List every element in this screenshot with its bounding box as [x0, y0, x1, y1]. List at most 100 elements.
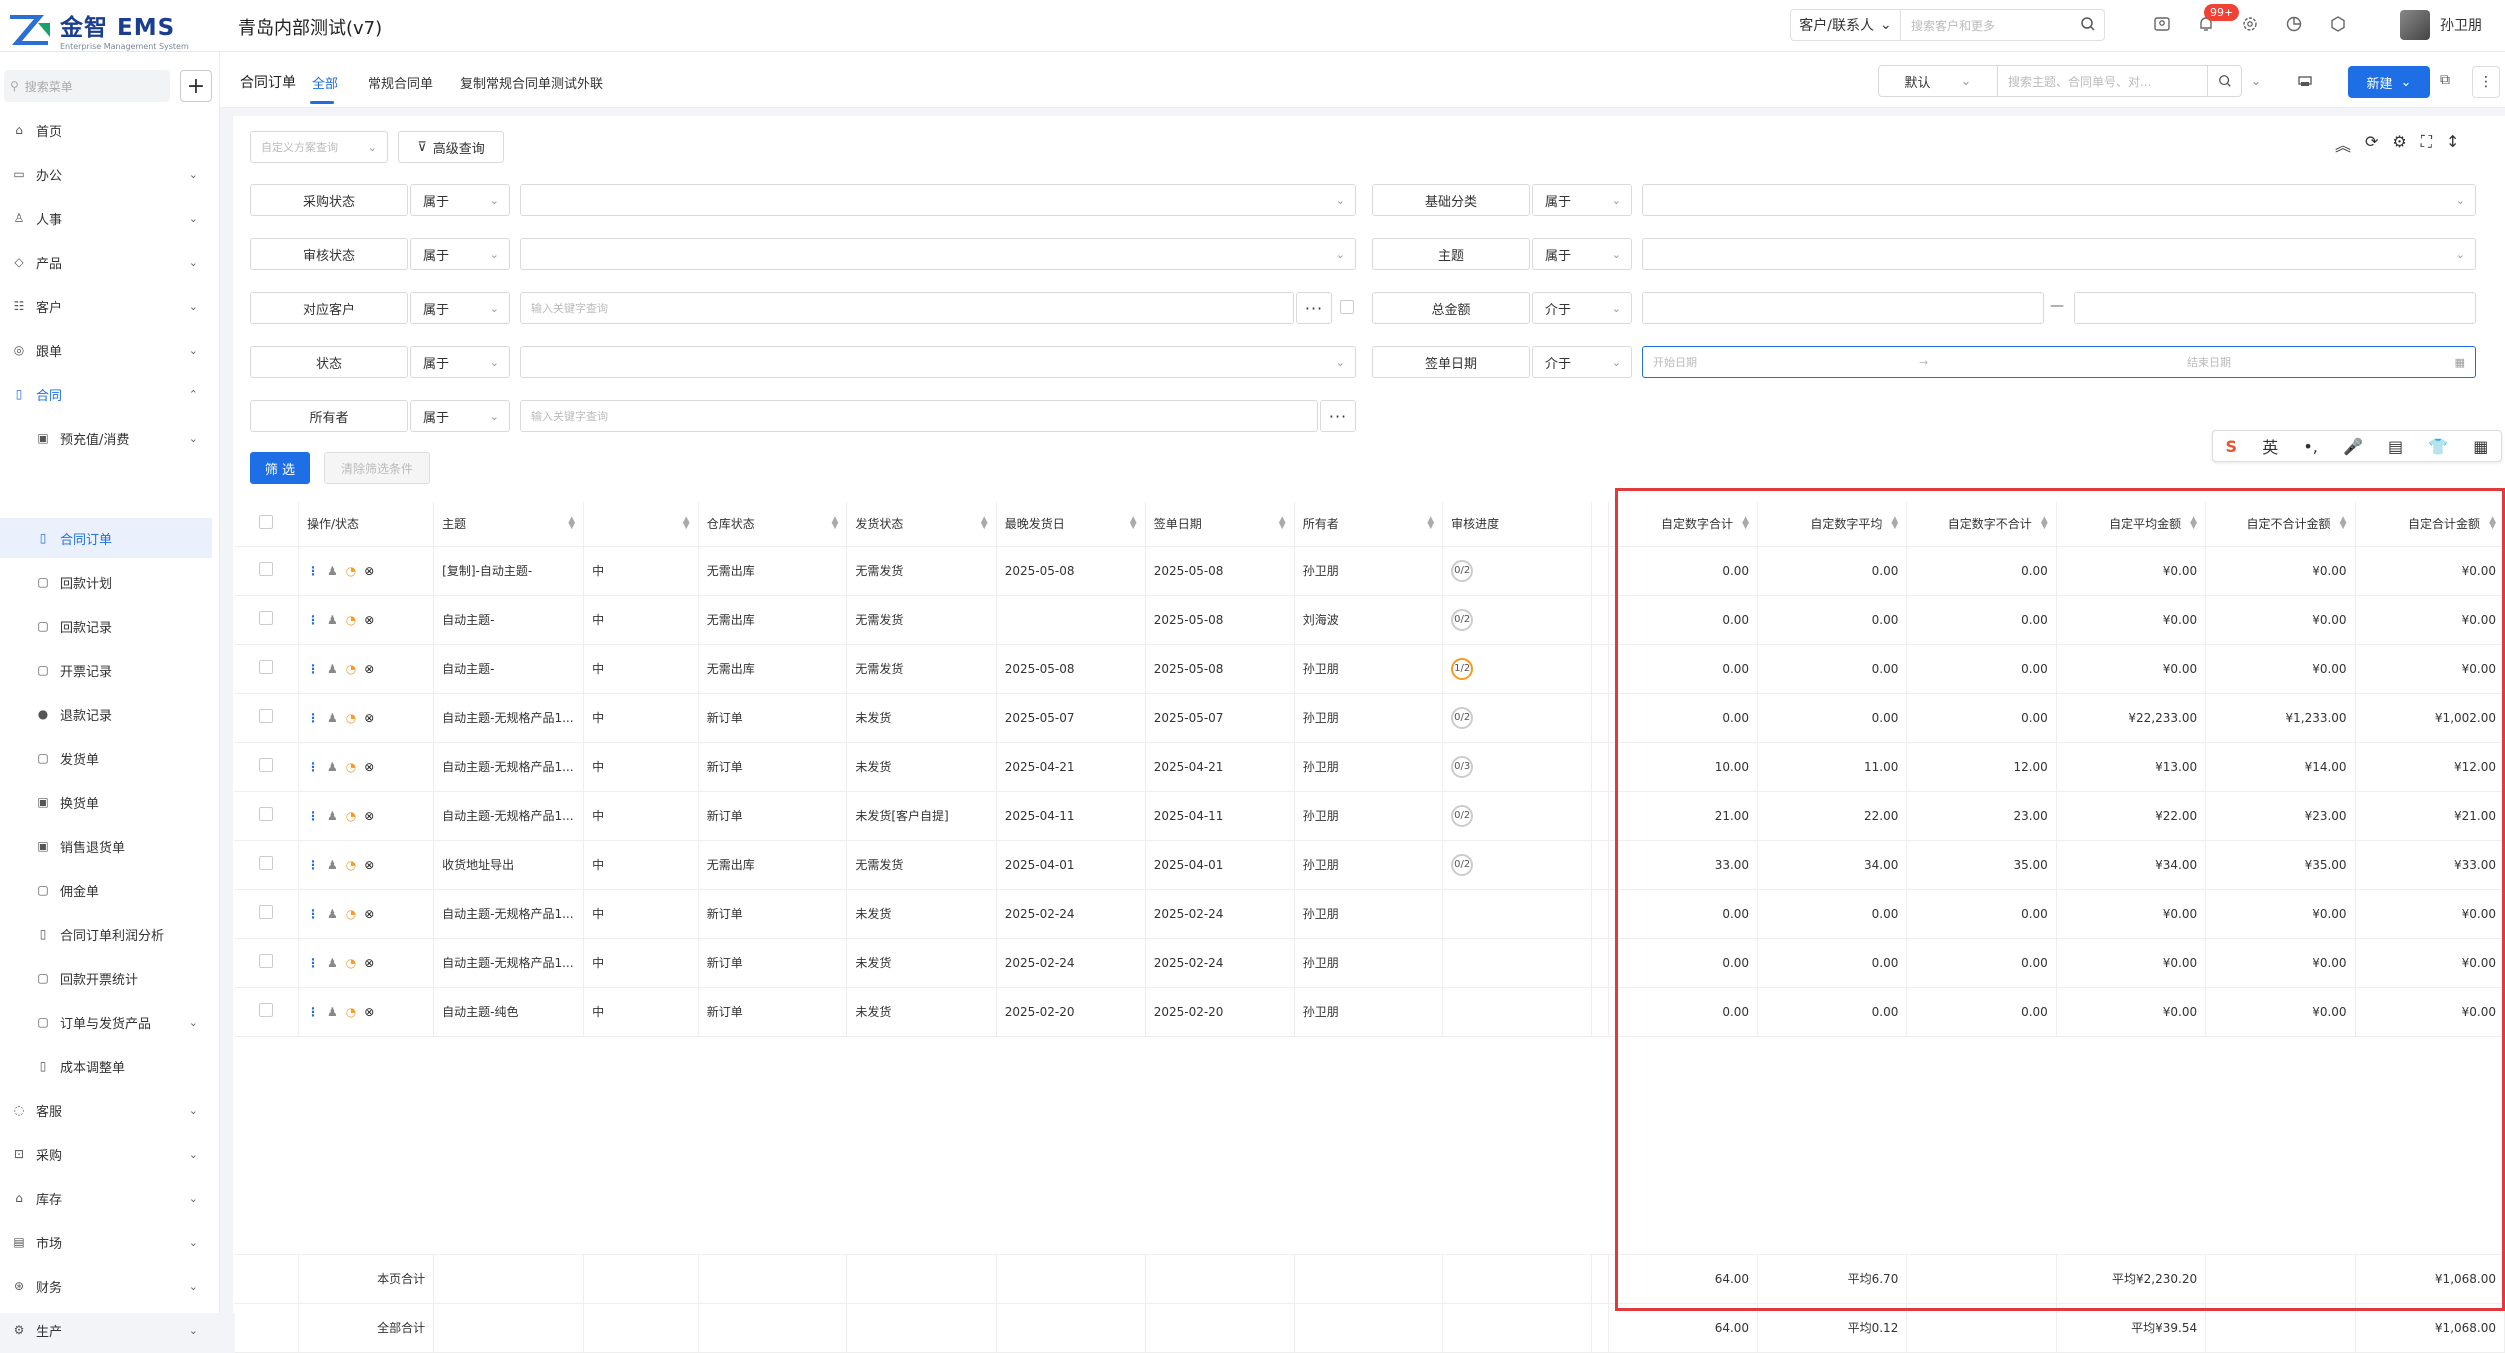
- sort-icon[interactable]: ▲ ▼: [1891, 516, 1898, 531]
- sidebar-item-contract[interactable]: ▯ 合同 ⌃: [0, 374, 212, 414]
- subject-link[interactable]: 自动主题-无规格产品1...: [433, 742, 585, 792]
- filter-op-total-amount[interactable]: 介于 ⌄: [1532, 292, 1632, 324]
- table-row[interactable]: ⋮ ♟ ◔ ⊗ [复制]-自动主题- 中无需出库 无需发货 2025-05-08 202…: [235, 546, 2505, 596]
- global-search-input[interactable]: 搜索客户和更多: [1901, 17, 2072, 34]
- search-icon[interactable]: [2208, 65, 2242, 97]
- more-vertical-icon[interactable]: ⋮: [307, 809, 319, 823]
- row-checkbox[interactable]: [235, 595, 299, 645]
- table-row[interactable]: ⋮ ♟ ◔ ⊗ 自动主题-纯色中新订单 未发货 2025-02-20 2025-02-…: [235, 987, 2505, 1037]
- table-row[interactable]: ⋮ ♟ ◔ ⊗ 自动主题-无规格产品1... 中新订单 未发货 2025-05-07 2…: [235, 693, 2505, 743]
- filter-value-owner[interactable]: 输入关键字查询: [520, 400, 1318, 432]
- audit-progress-ring[interactable]: 0/2: [1451, 706, 1474, 729]
- subject-link[interactable]: 自动主题-无规格产品1...: [433, 791, 585, 841]
- sidebar-item-production[interactable]: ⚙ 生产 ⌄: [0, 1310, 212, 1350]
- sidebar-item-invoice-record[interactable]: ▢ 开票记录: [0, 650, 212, 690]
- col-header-ship-status[interactable]: 发货状态 ▲ ▼: [846, 502, 997, 547]
- table-row[interactable]: ⋮ ♟ ◔ ⊗ 自动主题-无规格产品1... 中新订单 未发货 2025-04-21 2…: [235, 742, 2505, 792]
- tab-all[interactable]: 全部: [312, 73, 338, 92]
- sidebar-item-service[interactable]: ◌ 客服 ⌄: [0, 1090, 212, 1130]
- audit-progress-ring[interactable]: 0/2: [1451, 608, 1474, 631]
- user-menu[interactable]: 孙卫朋: [2400, 10, 2482, 40]
- sort-icon[interactable]: ▲ ▼: [831, 516, 838, 531]
- sidebar-item-payment-invoice-stats[interactable]: ▢ 回款开票统计: [0, 958, 212, 998]
- sidebar-item-contract-order[interactable]: ▯ 合同订单: [0, 518, 212, 558]
- fullscreen-icon[interactable]: ⛶: [2421, 132, 2432, 156]
- audit-progress-ring[interactable]: 0/3: [1451, 755, 1474, 778]
- search-icon[interactable]: [2072, 16, 2104, 35]
- sidebar-item-follow[interactable]: ◎ 跟单 ⌄: [0, 330, 212, 370]
- print-icon[interactable]: [2290, 72, 2320, 91]
- sort-icon[interactable]: ▲ ▼: [683, 516, 690, 531]
- sidebar-item-product[interactable]: ◇ 产品 ⌄: [0, 242, 212, 282]
- filter-value-audit-status[interactable]: ⌄: [520, 238, 1356, 270]
- sidebar-item-sales-return[interactable]: ▣ 销售退货单: [0, 826, 212, 866]
- sidebar-item-hr[interactable]: ♙ 人事 ⌄: [0, 198, 212, 238]
- more-vertical-icon[interactable]: ⋮: [307, 858, 319, 872]
- sidebar-item-office[interactable]: ▭ 办公 ⌄: [0, 154, 212, 194]
- advanced-query-button[interactable]: ⊽ 高级查询: [398, 131, 504, 163]
- bell-icon[interactable]: 99+: [2194, 4, 2240, 36]
- sogou-logo-icon[interactable]: S: [2226, 437, 2238, 456]
- filter-op-base-category[interactable]: 属于 ⌄: [1532, 184, 1632, 216]
- sidebar-item-home[interactable]: ⌂ 首页: [0, 110, 212, 150]
- table-row[interactable]: ⋮ ♟ ◔ ⊗ 自动主题-无规格产品1... 中新订单 未发货[客户自提] 2025-…: [235, 791, 2505, 841]
- col-header-sign-date[interactable]: 签单日期 ▲ ▼: [1145, 502, 1295, 547]
- select-all-checkbox[interactable]: [235, 502, 299, 547]
- total-amount-max-input[interactable]: [2074, 292, 2476, 324]
- filter-op-subject[interactable]: 属于 ⌄: [1532, 238, 1632, 270]
- subject-link[interactable]: [复制]-自动主题-: [433, 546, 585, 596]
- filter-op-audit-status[interactable]: 属于 ⌄: [410, 238, 510, 270]
- col-header-num-avg[interactable]: 自定数字平均 ▲ ▼: [1757, 502, 1908, 547]
- sidebar-item-refund-record[interactable]: ● 退款记录: [0, 694, 212, 734]
- chart-pie-icon[interactable]: [2282, 12, 2306, 36]
- table-row[interactable]: ⋮ ♟ ◔ ⊗ 自动主题- 中无需出库 无需发货 2025-05-08 2025-05-…: [235, 644, 2505, 694]
- subject-link[interactable]: 自动主题-: [433, 595, 585, 645]
- table-row[interactable]: ⋮ ♟ ◔ ⊗ 自动主题-无规格产品1... 中新订单 未发货 2025-02-24 2…: [235, 938, 2505, 988]
- refresh-icon[interactable]: ⟳: [2365, 132, 2378, 156]
- audit-progress-ring[interactable]: 1/2: [1451, 657, 1474, 680]
- list-search-input[interactable]: 搜索主题、合同单号、对...: [1998, 65, 2208, 97]
- filter-value-status[interactable]: ⌄: [520, 346, 1356, 378]
- subject-link[interactable]: 自动主题-无规格产品1...: [433, 889, 585, 939]
- filter-op-purchase-status[interactable]: 属于 ⌄: [410, 184, 510, 216]
- subject-link[interactable]: 自动主题-纯色: [433, 987, 585, 1037]
- row-checkbox[interactable]: [235, 889, 299, 939]
- customer-picker-button[interactable]: ···: [1296, 292, 1332, 324]
- filter-op-owner[interactable]: 属于 ⌄: [410, 400, 510, 432]
- col-header-owner[interactable]: 所有者 ▲ ▼: [1294, 502, 1444, 547]
- ime-lang-toggle[interactable]: 英: [2262, 434, 2278, 458]
- contacts-icon[interactable]: [2150, 12, 2174, 36]
- keyboard-icon[interactable]: ▤: [2388, 437, 2403, 456]
- sidebar-item-market[interactable]: ▤ 市场 ⌄: [0, 1222, 212, 1262]
- sidebar-item-payment-record[interactable]: ▢ 回款记录: [0, 606, 212, 646]
- audit-progress-ring[interactable]: 0/2: [1451, 853, 1474, 876]
- col-header-num-sum[interactable]: 自定数字合计 ▲ ▼: [1608, 502, 1759, 547]
- filter-button[interactable]: 筛 选: [250, 452, 310, 484]
- sort-icon[interactable]: ▲ ▼: [981, 516, 988, 531]
- sidebar-item-commission[interactable]: ▢ 佣金单: [0, 870, 212, 910]
- col-header-latest-ship[interactable]: 最晚发货日 ▲ ▼: [996, 502, 1146, 547]
- owner-picker-button[interactable]: ···: [1320, 400, 1356, 432]
- filter-op-sign-date[interactable]: 介于 ⌄: [1532, 346, 1632, 378]
- row-checkbox[interactable]: [235, 840, 299, 890]
- sign-date-range-picker[interactable]: 开始日期 → 结束日期 ▦: [1642, 346, 2476, 378]
- microphone-icon[interactable]: 🎤: [2343, 437, 2363, 456]
- subject-link[interactable]: 收货地址导出: [433, 840, 585, 890]
- sidebar-item-prepay[interactable]: ▣ 预充值/消费 ⌄: [0, 418, 212, 458]
- more-vertical-icon[interactable]: ⋮: [307, 711, 319, 725]
- sort-icon[interactable]: ▲ ▼: [2489, 516, 2496, 531]
- share-icon[interactable]: ⧉: [2440, 72, 2450, 88]
- cube-icon[interactable]: [2326, 12, 2350, 36]
- more-vertical-icon[interactable]: ⋮: [2472, 66, 2500, 98]
- col-header-amt-avg[interactable]: 自定平均金额 ▲ ▼: [2056, 502, 2207, 547]
- row-checkbox[interactable]: [235, 987, 299, 1037]
- new-button[interactable]: 新建 ⌄: [2348, 66, 2430, 98]
- sort-icon[interactable]: ▲ ▼: [1742, 516, 1749, 531]
- gear-icon[interactable]: [2238, 12, 2262, 36]
- sidebar-item-payment-plan[interactable]: ▢ 回款计划: [0, 562, 212, 602]
- subject-link[interactable]: 自动主题-无规格产品1...: [433, 938, 585, 988]
- more-vertical-icon[interactable]: ⋮: [307, 956, 319, 970]
- sidebar-item-exchange-order[interactable]: ▣ 换货单: [0, 782, 212, 822]
- subject-link[interactable]: 自动主题-: [433, 644, 585, 694]
- subject-link[interactable]: 自动主题-无规格产品1...: [433, 693, 585, 743]
